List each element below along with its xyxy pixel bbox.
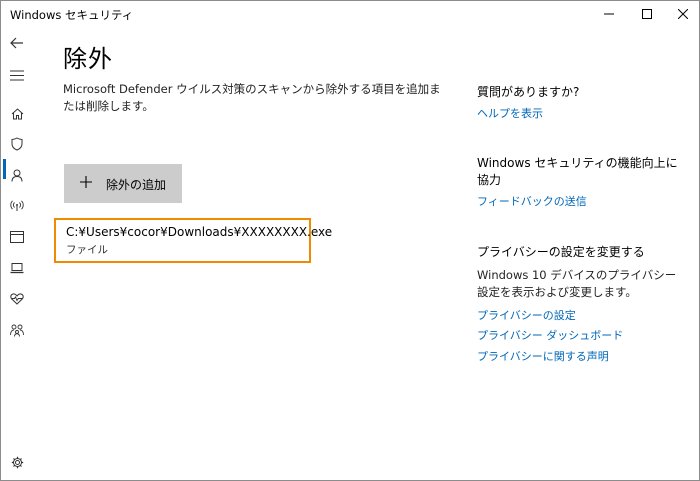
close-icon — [678, 9, 688, 19]
exclusion-list-item[interactable]: C:¥Users¥cocor¥Downloads¥XXXXXXXX.exe ファ… — [54, 218, 332, 263]
sidebar — [1, 27, 33, 480]
feedback-heading: Windows セキュリティの機能向上に協力 — [477, 156, 678, 187]
maximize-button[interactable] — [629, 1, 665, 27]
sidebar-item-settings[interactable] — [1, 448, 33, 476]
minimize-icon — [604, 13, 614, 15]
add-exclusion-button[interactable]: 除外の追加 — [64, 164, 182, 203]
help-heading: 質問がありますか? — [477, 85, 580, 99]
browser-window-icon — [10, 231, 24, 243]
close-button[interactable] — [665, 1, 700, 27]
home-icon — [11, 108, 23, 120]
privacy-statement-link[interactable]: プライバシーに関する声明 — [477, 348, 609, 364]
laptop-icon — [10, 262, 24, 273]
hamburger-icon — [10, 69, 24, 81]
back-arrow-icon — [10, 37, 23, 49]
person-icon — [11, 169, 23, 182]
plus-icon — [80, 176, 92, 188]
privacy-settings-link[interactable]: プライバシーの設定 — [477, 307, 576, 323]
sidebar-item-family-options[interactable] — [1, 316, 33, 344]
antenna-icon — [10, 200, 24, 211]
menu-button[interactable] — [1, 61, 33, 89]
page-title: 除外 — [63, 45, 113, 73]
privacy-heading: プライバシーの設定を変更する — [477, 245, 645, 259]
sidebar-item-device-security[interactable] — [1, 254, 33, 282]
exclusion-path: C:¥Users¥cocor¥Downloads¥XXXXXXXX.exe — [66, 225, 333, 239]
window-title: Windows セキュリティ — [10, 8, 134, 22]
app-window: Windows セキュリティ 除外 Microsoft Defender ウイル… — [0, 0, 700, 481]
feedback-link[interactable]: フィードバックの送信 — [477, 193, 587, 209]
sidebar-item-account-protection[interactable] — [1, 161, 33, 189]
maximize-icon — [642, 9, 652, 19]
add-exclusion-label: 除外の追加 — [106, 178, 167, 192]
title-bar: Windows セキュリティ — [1, 1, 699, 27]
family-icon — [10, 324, 24, 337]
sidebar-item-home[interactable] — [1, 100, 33, 128]
privacy-dashboard-link[interactable]: プライバシー ダッシュボード — [477, 327, 623, 343]
sidebar-item-device-performance[interactable] — [1, 285, 33, 313]
page-description: Microsoft Defender ウイルス対策のスキャンから除外する項目を追… — [63, 82, 441, 113]
back-button[interactable] — [1, 29, 33, 57]
help-link[interactable]: ヘルプを表示 — [477, 105, 543, 121]
minimize-button[interactable] — [591, 1, 627, 27]
sidebar-item-virus-protection[interactable] — [1, 130, 33, 158]
sidebar-item-firewall[interactable] — [1, 192, 33, 220]
exclusion-type: ファイル — [66, 244, 108, 256]
heart-pulse-icon — [10, 293, 24, 305]
gear-icon — [11, 456, 23, 468]
sidebar-item-app-browser-control[interactable] — [1, 223, 33, 251]
shield-icon — [11, 137, 23, 151]
privacy-text: Windows 10 デバイスのプライバシー設定を表示および変更します。 — [477, 268, 677, 299]
